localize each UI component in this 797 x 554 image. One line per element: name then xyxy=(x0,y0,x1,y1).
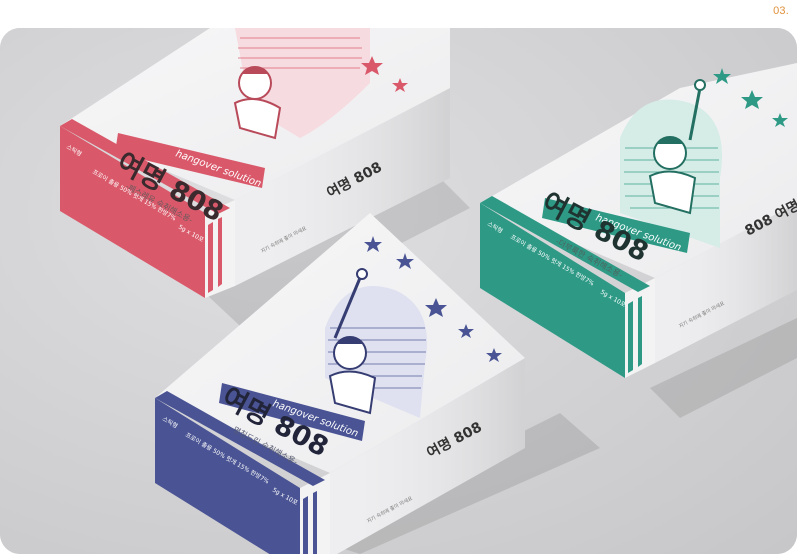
product-photo: hangover solution 여명 808 -페스레유 숙취해소용- 스틱… xyxy=(0,28,797,554)
page-number: 03. xyxy=(773,5,789,17)
